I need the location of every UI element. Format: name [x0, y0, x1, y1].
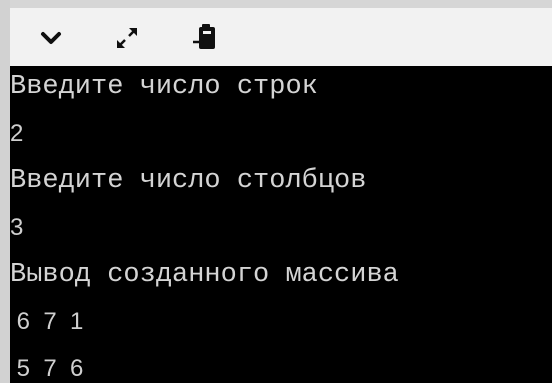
window-left-edge — [0, 0, 10, 383]
console-line-prompt-cols: Введите число столбцов — [10, 166, 367, 196]
console-line-array-row-2: 5 7 6 — [10, 355, 84, 382]
clipboard-paste-icon[interactable] — [188, 18, 222, 58]
console-line-array-row-1: 6 7 1 — [10, 308, 84, 335]
expand-icon[interactable] — [110, 18, 144, 58]
console-line-rows-input: 2 — [10, 120, 24, 147]
console-line-array-header: Вывод созданного массива — [10, 260, 399, 290]
console-toolbar — [10, 0, 552, 66]
console-output: Введите число строк 2 Введите число стол… — [10, 66, 552, 383]
console-window: Введите число строк 2 Введите число стол… — [0, 0, 552, 383]
console-line-prompt-rows: Введите число строк — [10, 72, 318, 102]
chevron-down-icon[interactable] — [34, 18, 68, 58]
console-line-cols-input: 3 — [10, 214, 24, 241]
